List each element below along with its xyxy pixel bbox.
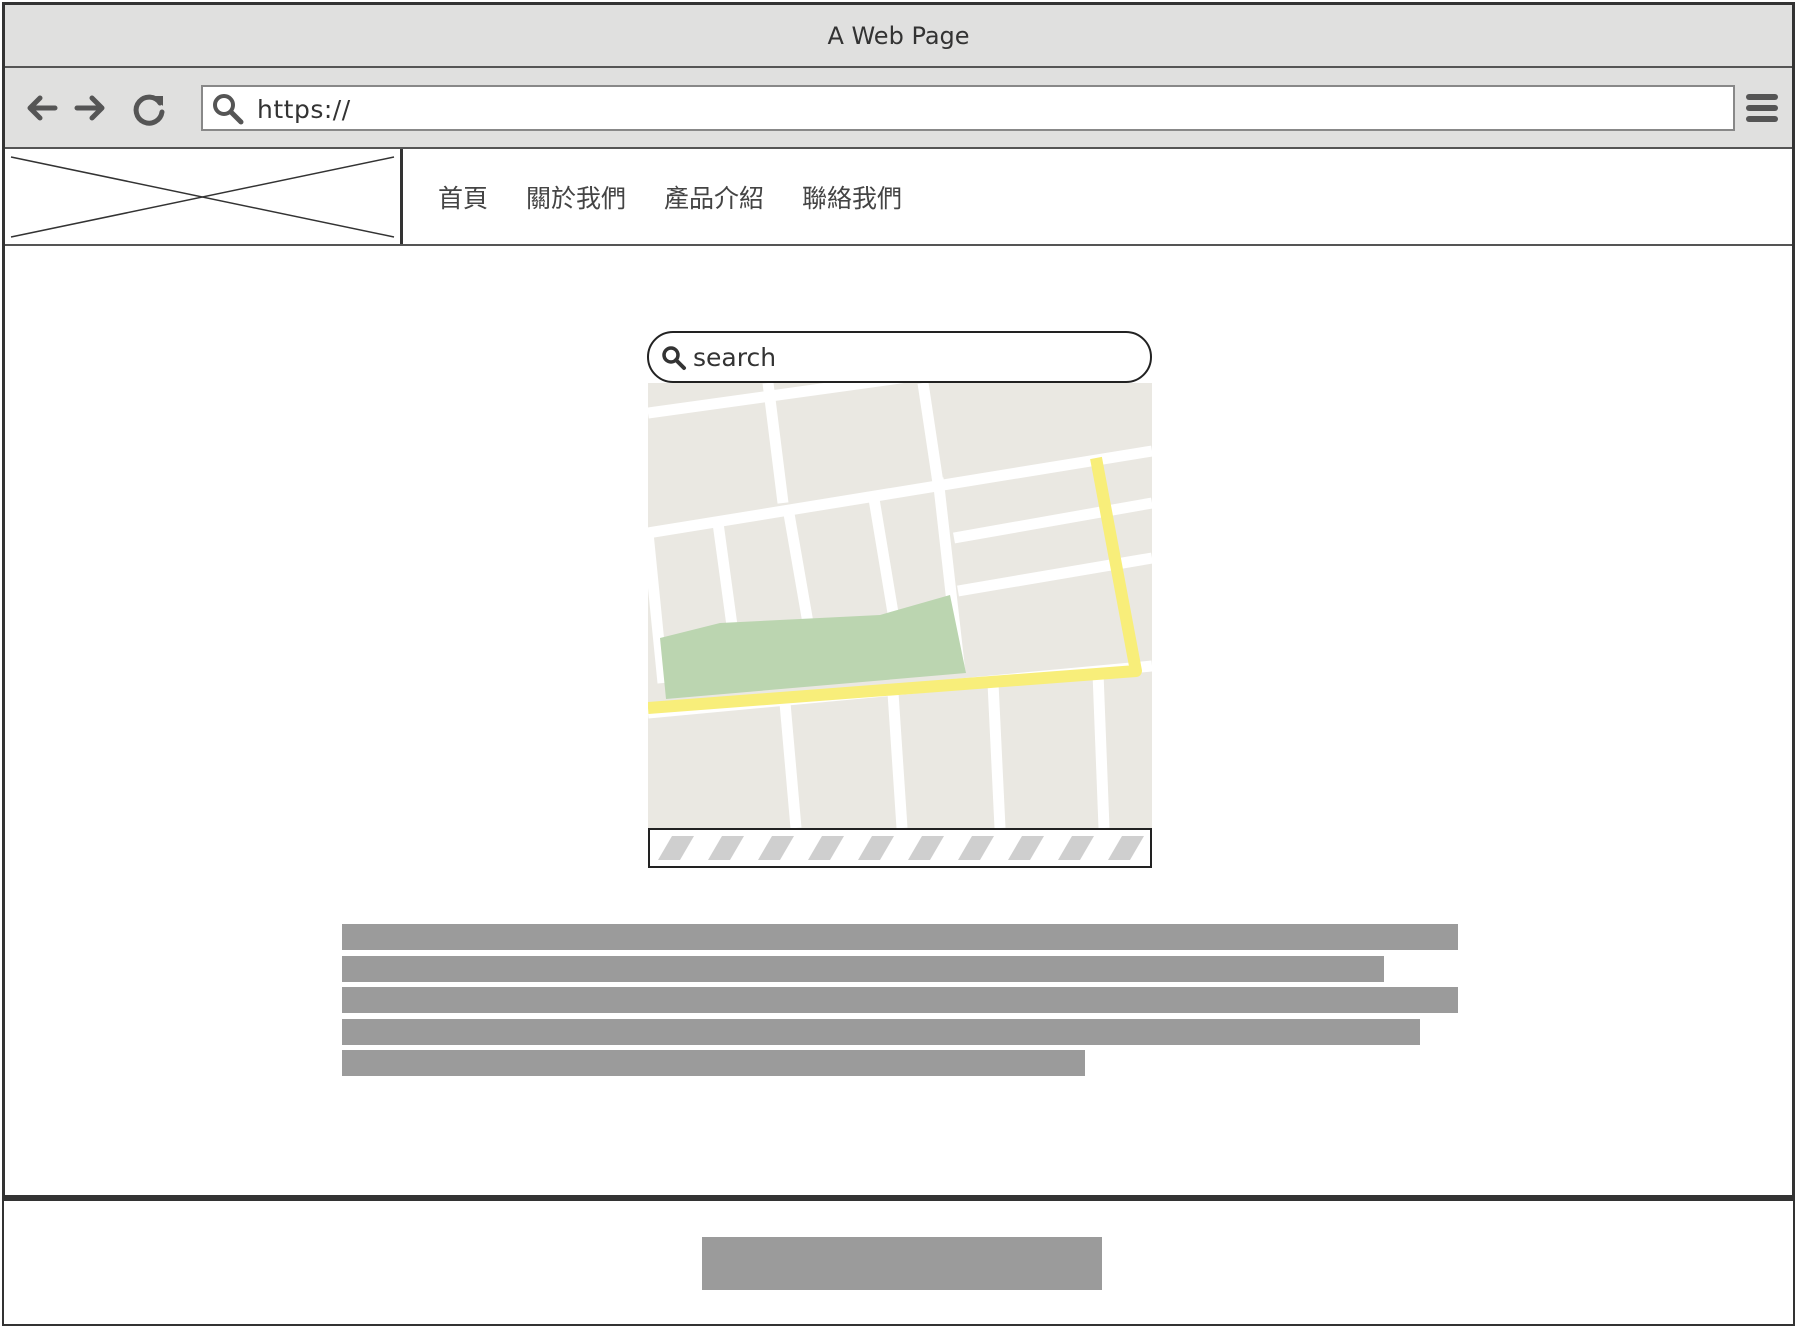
search-icon	[213, 94, 244, 125]
footer-text-placeholder	[702, 1237, 1102, 1290]
site-footer	[2, 1198, 1795, 1326]
back-button[interactable]	[21, 88, 61, 128]
text-line	[342, 955, 1384, 982]
text-line	[342, 1018, 1420, 1045]
hamburger-menu-icon[interactable]	[1744, 90, 1780, 126]
reload-button[interactable]	[129, 88, 169, 128]
map-scrollbar[interactable]	[648, 828, 1152, 868]
search-icon	[662, 346, 686, 370]
nav-item-contact[interactable]: 聯絡我們	[802, 179, 902, 215]
nav-item-products[interactable]: 產品介紹	[664, 179, 764, 215]
address-bar[interactable]: https://	[201, 85, 1735, 131]
url-text: https://	[257, 95, 351, 124]
forward-button[interactable]	[71, 88, 111, 128]
striped-track	[658, 836, 1144, 860]
window-title: A Web Page	[827, 21, 970, 50]
text-line	[342, 987, 1458, 1013]
arrow-left-icon	[27, 95, 58, 121]
window-titlebar: A Web Page	[5, 5, 1792, 68]
browser-toolbar: https://	[5, 68, 1792, 149]
main-nav: 首頁 關於我們 產品介紹 聯絡我們	[438, 149, 940, 244]
arrow-right-icon	[74, 95, 105, 121]
map-graphic	[648, 383, 1152, 828]
map-view[interactable]	[648, 383, 1152, 828]
map-search-input[interactable]: search	[647, 331, 1152, 383]
text-line	[342, 1050, 1085, 1076]
text-line	[342, 924, 1458, 950]
nav-item-about[interactable]: 關於我們	[526, 179, 626, 215]
reload-icon	[133, 94, 165, 126]
image-placeholder-icon	[10, 156, 395, 238]
search-placeholder: search	[693, 343, 777, 372]
text-placeholder-block	[342, 924, 1458, 1082]
logo-placeholder[interactable]	[5, 149, 403, 244]
nav-item-home[interactable]: 首頁	[438, 179, 488, 215]
site-header: 首頁 關於我們 產品介紹 聯絡我們	[5, 149, 1792, 246]
